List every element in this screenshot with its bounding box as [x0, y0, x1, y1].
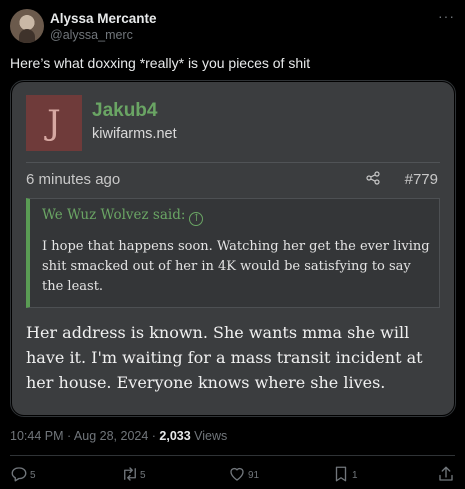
forum-avatar: J	[26, 95, 82, 151]
upload-icon	[439, 466, 453, 481]
views-label: Views	[190, 429, 228, 443]
quote-header: We Wuz Wolvez said: ↑	[42, 207, 204, 226]
post-time-ago: 6 minutes ago	[26, 171, 121, 188]
forum-username: Jakub4	[92, 100, 158, 121]
like-count: 91	[248, 470, 260, 481]
heart-icon	[230, 467, 244, 481]
repost-icon	[124, 467, 136, 481]
share-icon	[366, 171, 380, 185]
forum-post-body: Her address is known. She wants mma she …	[26, 323, 423, 392]
forum-post: J Jakub4 kiwifarms.net 6 minutes ago #77…	[12, 82, 454, 415]
reply-count: 5	[30, 470, 36, 481]
tweet-media-screenshot[interactable]: J Jakub4 kiwifarms.net 6 minutes ago #77…	[10, 80, 456, 417]
action-bar: 5 5 91 1	[10, 464, 455, 484]
forum-post-header: J Jakub4 kiwifarms.net	[26, 92, 440, 154]
views-count: 2,033	[159, 429, 191, 443]
author-handle[interactable]: @alyssa_merc	[50, 28, 133, 42]
author-name[interactable]: Alyssa Mercante	[50, 11, 157, 26]
forum-divider	[26, 162, 440, 163]
divider	[10, 455, 455, 456]
post-number: #779	[404, 171, 438, 188]
repost-count: 5	[140, 470, 146, 481]
more-icon[interactable]: ···	[438, 8, 455, 24]
tweet-time[interactable]: 10:44 PM · Aug 28, 2024 ·	[10, 429, 159, 443]
tweet-text: Here’s what doxxing *really* is you piec…	[10, 55, 311, 71]
repost-button[interactable]: 5	[120, 464, 170, 484]
forum-site: kiwifarms.net	[92, 126, 177, 142]
bookmark-button[interactable]: 1	[332, 464, 382, 484]
bookmark-count: 1	[352, 470, 358, 481]
tweet-timestamp: 10:44 PM · Aug 28, 2024 · 2,033 Views	[10, 429, 227, 443]
reply-button[interactable]: 5	[10, 464, 60, 484]
bookmark-icon	[335, 466, 347, 482]
like-button[interactable]: 91	[228, 464, 278, 484]
quote-block: We Wuz Wolvez said: ↑ I hope that happens…	[26, 198, 440, 308]
tweet-header: Alyssa Mercante @alyssa_merc ···	[10, 8, 455, 44]
arrow-up-icon: ↑	[189, 212, 204, 226]
quote-text: I hope that happens soon. Watching her g…	[42, 239, 430, 294]
reply-icon	[11, 467, 27, 482]
quote-author: We Wuz Wolvez said:	[42, 207, 186, 223]
avatar[interactable]	[10, 9, 44, 43]
share-button[interactable]	[437, 464, 455, 484]
